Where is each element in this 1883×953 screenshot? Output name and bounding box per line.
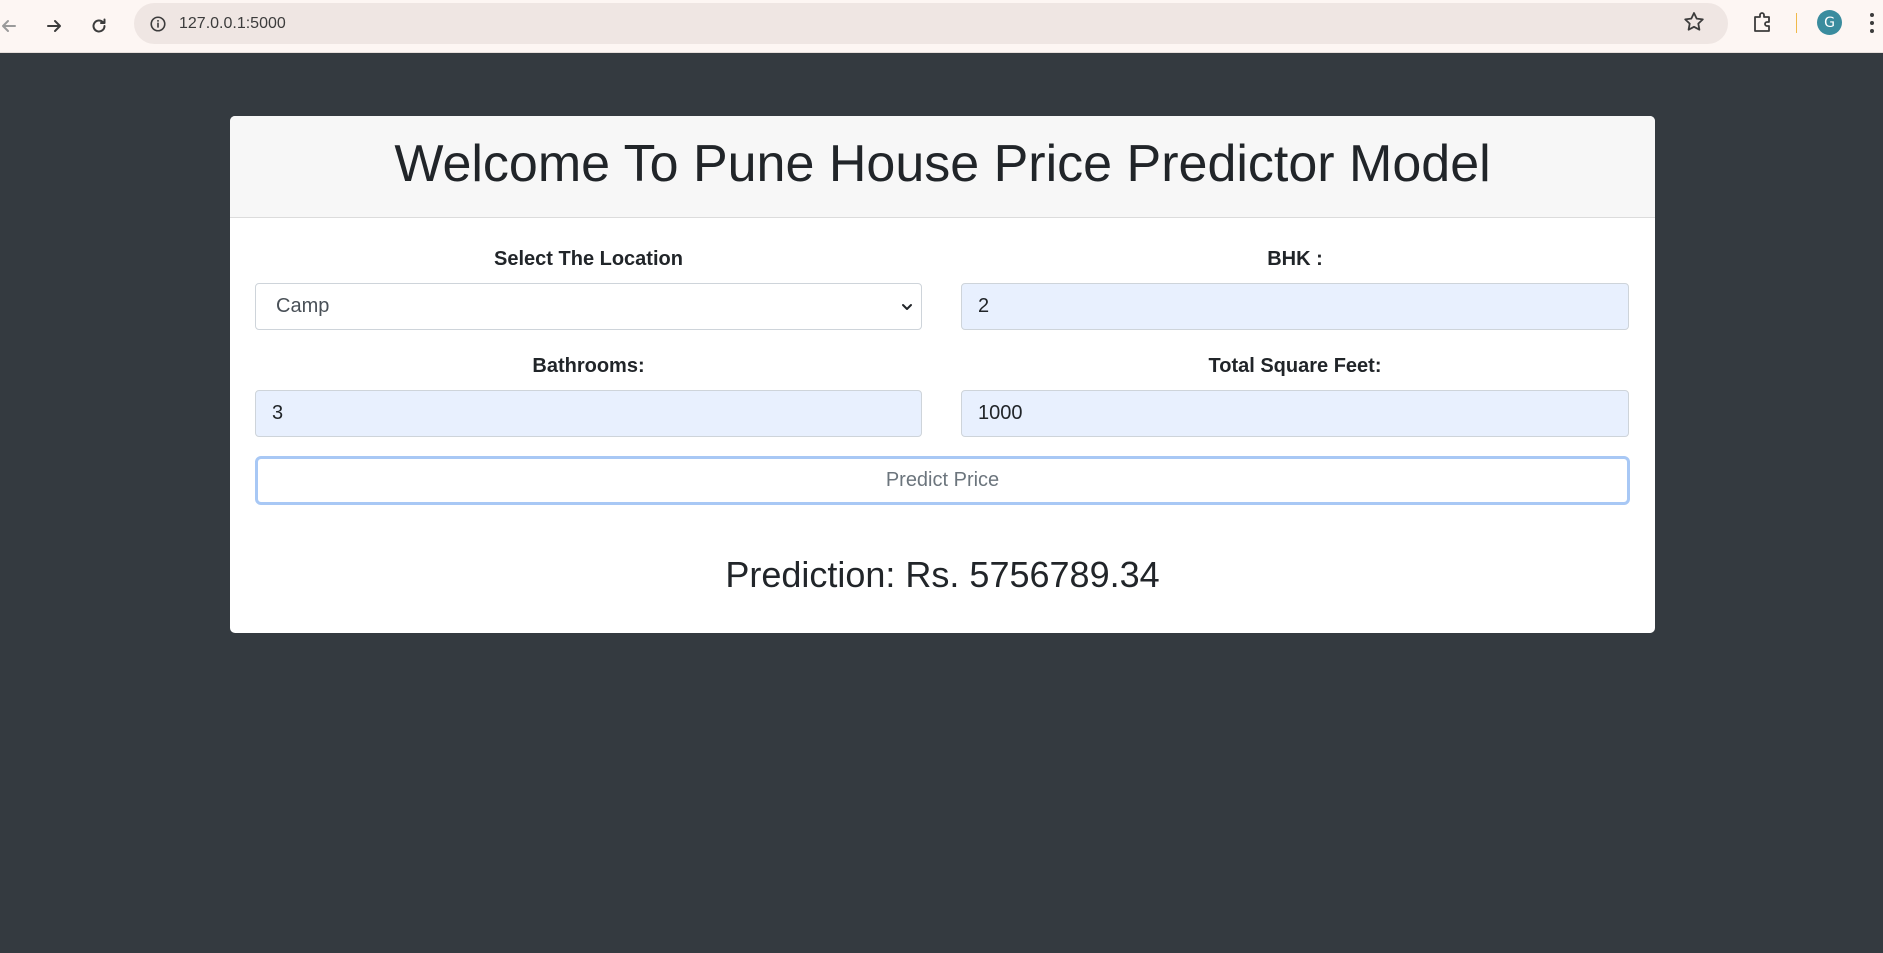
page-title: Welcome To Pune House Price Predictor Mo…: [394, 135, 1491, 193]
predict-price-button[interactable]: Predict Price: [255, 456, 1630, 505]
chevron-down-icon: [902, 304, 912, 310]
card-header: Welcome To Pune House Price Predictor Mo…: [230, 116, 1655, 218]
bhk-input[interactable]: 2: [961, 283, 1629, 330]
prediction-result: Prediction: Rs. 5756789.34: [725, 554, 1160, 595]
location-label: Select The Location: [494, 248, 683, 270]
sqft-label: Total Square Feet:: [1208, 355, 1382, 377]
profile-avatar[interactable]: G: [1817, 10, 1842, 35]
location-select-value: Camp: [276, 295, 330, 317]
back-arrow-icon[interactable]: [0, 9, 26, 43]
url-text: 127.0.0.1:5000: [179, 15, 286, 32]
address-bar[interactable]: 127.0.0.1:5000: [134, 3, 1728, 44]
browser-toolbar: 127.0.0.1:5000 G: [0, 0, 1883, 53]
predictor-card: Welcome To Pune House Price Predictor Mo…: [230, 116, 1655, 633]
forward-arrow-icon[interactable]: [37, 9, 71, 43]
extensions-icon[interactable]: [1750, 9, 1776, 35]
bhk-label: BHK :: [1267, 248, 1323, 270]
site-info-icon[interactable]: [144, 10, 172, 38]
reload-icon[interactable]: [82, 9, 116, 43]
more-menu-icon[interactable]: [1866, 10, 1878, 36]
location-select[interactable]: Camp: [255, 283, 922, 330]
bathrooms-label: Bathrooms:: [532, 355, 645, 377]
bathrooms-input[interactable]: 3: [255, 390, 922, 437]
sqft-input[interactable]: 1000: [961, 390, 1629, 437]
toolbar-divider: [1796, 13, 1797, 33]
bookmark-star-icon[interactable]: [1682, 10, 1706, 34]
